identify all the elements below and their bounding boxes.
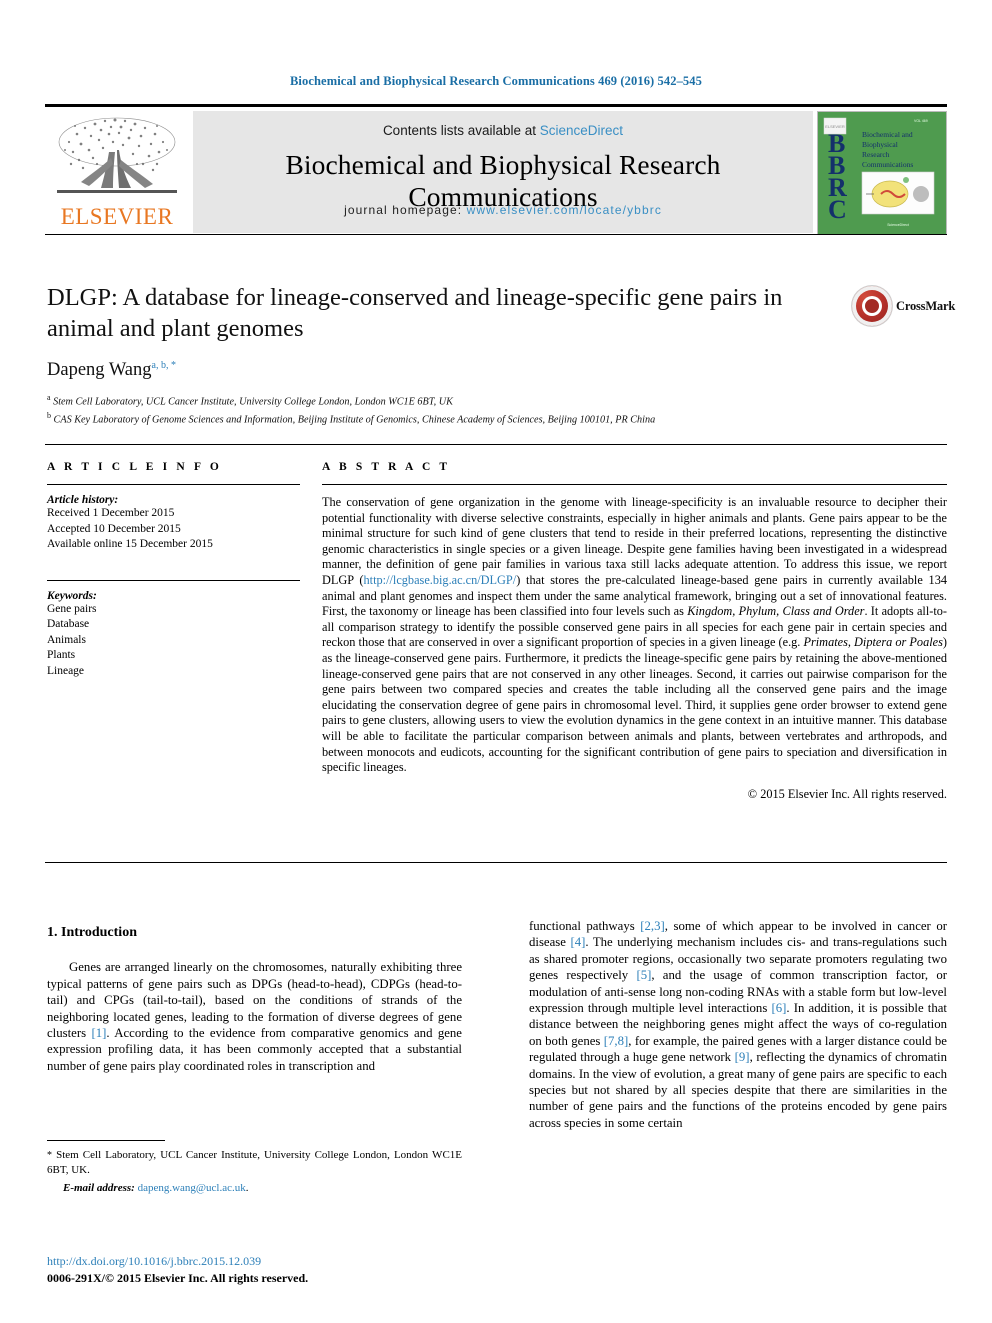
email-link[interactable]: dapeng.wang@ucl.ac.uk [138, 1182, 246, 1194]
intro-right-part-a: functional pathways [529, 919, 641, 933]
article-history-label: Article history: [47, 494, 119, 506]
journal-band: Contents lists available at ScienceDirec… [193, 111, 813, 233]
article-info-heading: A R T I C L E I N F O [47, 461, 222, 473]
article-history-online: Available online 15 December 2015 [47, 538, 213, 550]
issn-copyright-line: 0006-291X/© 2015 Elsevier Inc. All right… [47, 1271, 309, 1285]
affiliation-a-mark: a [47, 393, 51, 403]
crossmark-icon-inner [862, 296, 882, 316]
svg-text:Biochemical and: Biochemical and [862, 130, 913, 139]
journal-masthead: ELSEVIER Contents lists available at Sci… [45, 104, 947, 235]
masthead-top-rule [45, 104, 947, 107]
introduction-paragraph-left: Genes are arranged linearly on the chrom… [47, 959, 462, 1074]
contents-available-line: Contents lists available at ScienceDirec… [193, 123, 813, 138]
footnote-address-text: Stem Cell Laboratory, UCL Cancer Institu… [47, 1149, 462, 1176]
abstract-heading: A B S T R A C T [322, 461, 451, 473]
citation-7-8[interactable]: [7,8] [604, 1034, 629, 1048]
title-block: DLGP: A database for lineage-conserved a… [47, 282, 837, 427]
contents-prefix: Contents lists available at [382, 123, 540, 138]
svg-text:Biophysical: Biophysical [862, 140, 898, 149]
affiliation-b: b CAS Key Laboratory of Genome Sciences … [47, 409, 837, 427]
affiliations: a Stem Cell Laboratory, UCL Cancer Insti… [47, 391, 837, 427]
keyword-item: Gene pairs [47, 602, 97, 615]
abstract-column: A B S T R A C T The conservation of gene… [322, 461, 947, 802]
email-label: E-mail address: [63, 1182, 135, 1194]
citation-9[interactable]: [9] [735, 1050, 750, 1064]
affiliation-b-text: CAS Key Laboratory of Genome Sciences an… [53, 414, 656, 426]
keywords-label: Keywords: [47, 589, 97, 602]
footer-doi-block: http://dx.doi.org/10.1016/j.bbrc.2015.12… [47, 1254, 477, 1286]
footnote-address: * Stem Cell Laboratory, UCL Cancer Insti… [47, 1148, 462, 1177]
corresponding-author-footnote: * Stem Cell Laboratory, UCL Cancer Insti… [47, 1140, 462, 1194]
journal-homepage-link[interactable]: www.elsevier.com/locate/ybbrc [467, 203, 662, 217]
masthead-bottom-rule [45, 234, 947, 235]
paper-page: Biochemical and Biophysical Research Com… [0, 0, 992, 1323]
keyword-item: Lineage [47, 664, 85, 677]
keyword-item: Plants [47, 649, 76, 661]
affiliation-a: a Stem Cell Laboratory, UCL Cancer Insti… [47, 391, 837, 409]
rule-below-abstract [45, 862, 947, 863]
abstract-text: The conservation of gene organization in… [322, 495, 947, 776]
footnote-email-line: E-mail address: dapeng.wang@ucl.ac.uk. [63, 1182, 249, 1194]
rule-above-article-info [45, 444, 947, 445]
intro-left-part-2: . According to the evidence from compara… [47, 1026, 462, 1073]
article-info-rule [47, 484, 300, 485]
abstract-copyright: © 2015 Elsevier Inc. All rights reserved… [747, 786, 947, 801]
page-title: DLGP: A database for lineage-conserved a… [47, 284, 783, 342]
lineage-examples: Primates, Diptera or Poales [803, 635, 943, 650]
svg-text:C: C [828, 195, 847, 224]
article-info-column: A R T I C L E I N F O Article history: R… [47, 461, 300, 679]
keywords-rule [47, 579, 300, 581]
elsevier-wordmark: ELSEVIER [60, 204, 174, 229]
abstract-rule [322, 484, 947, 485]
citation-1[interactable]: [1] [91, 1026, 106, 1040]
affiliation-b-mark: b [47, 411, 51, 421]
citation-6[interactable]: [6] [771, 1001, 786, 1015]
introduction-heading: 1. Introduction [47, 925, 137, 940]
dlgp-url-link[interactable]: http://lcgbase.big.ac.cn/DLGP/ [364, 573, 517, 587]
citation-5[interactable]: [5] [636, 968, 651, 982]
crossmark-label: CrossMark [896, 299, 956, 313]
svg-text:Communications: Communications [862, 160, 913, 169]
running-head: Biochemical and Biophysical Research Com… [290, 74, 702, 88]
article-history-received: Received 1 December 2015 [47, 507, 175, 519]
taxonomy-levels: Kingdom, Phylum, Class and Order [687, 604, 865, 619]
keyword-item: Database [47, 618, 90, 630]
affiliation-a-text: Stem Cell Laboratory, UCL Cancer Institu… [53, 396, 453, 408]
introduction-paragraph-right: functional pathways [2,3], some of which… [529, 918, 947, 1131]
journal-cover-thumbnail: ELSEVIER B B R C Biochemical and Biophys… [817, 111, 947, 235]
svg-text:VOL 469: VOL 469 [914, 119, 928, 123]
elsevier-logo: ELSEVIER [47, 112, 187, 232]
crossmark-badge[interactable]: CrossMark [852, 286, 955, 330]
abstract-part-2c: ) as the lineage-conserved gene pairs. F… [322, 635, 947, 775]
doi-link[interactable]: http://dx.doi.org/10.1016/j.bbrc.2015.12… [47, 1254, 477, 1269]
introduction-left-column: 1. Introduction Genes are arranged linea… [47, 925, 462, 1074]
author-list: Dapeng Wanga, b, * [47, 360, 837, 381]
svg-text:Research: Research [862, 150, 890, 159]
journal-cover-art: ELSEVIER B B R C Biochemical and Biophys… [818, 112, 946, 234]
journal-homepage-line: journal homepage: www.elsevier.com/locat… [193, 203, 813, 217]
article-history-accepted: Accepted 10 December 2015 [47, 522, 181, 535]
article-info-spacer [47, 553, 300, 569]
sciencedirect-link[interactable]: ScienceDirect [540, 123, 623, 138]
citation-4[interactable]: [4] [570, 935, 585, 949]
svg-text:ScienceDirect: ScienceDirect [887, 223, 909, 227]
citation-2-3[interactable]: [2,3] [640, 919, 665, 933]
crossmark-icon [852, 286, 892, 326]
keyword-item: Animals [47, 633, 86, 646]
footnote-rule [47, 1140, 165, 1141]
introduction-right-column: functional pathways [2,3], some of which… [529, 918, 947, 1131]
elsevier-tree-icon [57, 117, 177, 193]
author-name: Dapeng Wang [47, 360, 152, 381]
homepage-prefix: journal homepage: [344, 203, 467, 217]
author-affiliation-marks: a, b, * [151, 360, 176, 371]
